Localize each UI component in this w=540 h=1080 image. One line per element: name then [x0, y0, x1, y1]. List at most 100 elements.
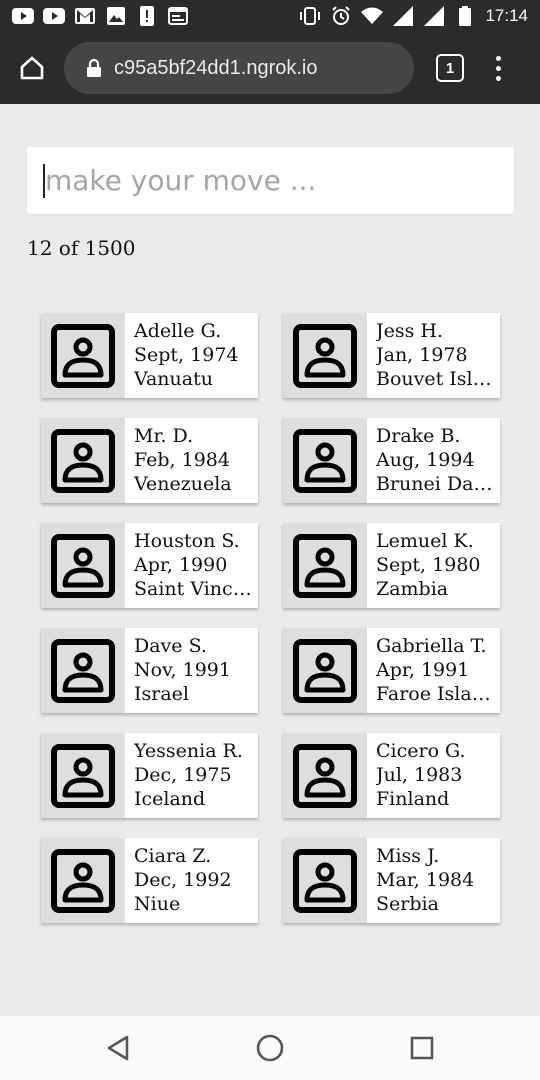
person-country: Vanuatu — [134, 368, 213, 390]
youtube-icon — [12, 6, 34, 26]
signal-icon — [423, 6, 445, 26]
person-name: Drake B. — [376, 425, 461, 447]
person-info: Lemuel K. Sept, 1980 Zambia — [367, 523, 500, 608]
person-avatar-icon — [283, 418, 367, 503]
search-input[interactable] — [45, 164, 485, 197]
home-icon — [256, 1034, 284, 1062]
person-date: Sept, 1974 — [134, 344, 239, 366]
tab-switcher-button[interactable]: 1 — [436, 54, 464, 82]
person-date: Nov, 1991 — [134, 659, 231, 681]
person-card[interactable]: Yessenia R. Dec, 1975 Iceland — [41, 733, 258, 818]
image-icon — [105, 6, 127, 26]
person-avatar-icon — [283, 313, 367, 398]
overflow-menu-button[interactable] — [492, 55, 504, 81]
person-info: Houston S.Apr, 1990Saint Vincent and the… — [125, 523, 258, 608]
person-info: Drake B.Aug, 1994Brunei Darussalam — [367, 418, 500, 503]
person-info: Jess H. Jan, 1978 Bouvet Island — [367, 313, 500, 398]
dot-icon — [495, 55, 501, 61]
calendar-icon — [167, 6, 189, 26]
home-button[interactable] — [0, 32, 64, 104]
back-icon — [107, 1035, 129, 1061]
person-card[interactable]: Cicero G. Jul, 1983 Finland — [283, 733, 500, 818]
battery-icon — [454, 6, 476, 26]
person-date: Apr, 1990 — [134, 554, 228, 576]
person-name: Gabriella T. — [376, 635, 487, 657]
search-box[interactable] — [27, 147, 514, 214]
person-card[interactable]: Houston S.Apr, 1990Saint Vincent and the… — [41, 523, 258, 608]
person-date: Feb, 1984 — [134, 449, 230, 471]
recents-icon — [410, 1036, 434, 1060]
person-name: Adelle G. — [134, 320, 222, 342]
dot-icon — [495, 75, 501, 81]
recents-button[interactable] — [402, 1030, 442, 1066]
signal-icon — [392, 6, 414, 26]
youtube-icon — [43, 6, 65, 26]
person-country: Iceland — [134, 788, 206, 810]
person-avatar-icon — [41, 418, 125, 503]
android-nav-bar — [0, 1016, 540, 1080]
person-date: Aug, 1994 — [376, 449, 475, 471]
person-name: Miss J. — [376, 845, 440, 867]
person-card[interactable]: Jess H. Jan, 1978 Bouvet Island — [283, 313, 500, 398]
person-date: Dec, 1975 — [134, 764, 232, 786]
home-icon — [20, 56, 44, 80]
address-bar[interactable]: c95a5bf24dd1.ngrok.io — [64, 42, 414, 94]
person-avatar-icon — [41, 628, 125, 713]
browser-toolbar: c95a5bf24dd1.ngrok.io 1 — [0, 32, 540, 104]
home-nav-button[interactable] — [250, 1030, 290, 1066]
person-date: Sept, 1980 — [376, 554, 481, 576]
alarm-icon — [330, 6, 352, 26]
person-date: Jul, 1983 — [376, 764, 463, 786]
person-avatar-icon — [41, 838, 125, 923]
person-avatar-icon — [283, 628, 367, 713]
person-country: Faroe Islands — [376, 683, 500, 705]
clock: 17:14 — [485, 6, 528, 25]
person-info: Mr. D. Feb, 1984 Venezuela — [125, 418, 258, 503]
person-name: Ciara Z. — [134, 845, 212, 867]
vibrate-icon — [299, 6, 321, 26]
person-country: Bouvet Island — [376, 368, 500, 390]
person-country: Zambia — [376, 578, 449, 600]
person-info: Gabriella T. Apr, 1991 Faroe Islands — [367, 628, 500, 713]
person-name: Houston S. — [134, 530, 240, 552]
back-button[interactable] — [98, 1030, 138, 1066]
status-bar: 17:14 — [0, 0, 540, 32]
person-date: Jan, 1978 — [376, 344, 468, 366]
person-info: Ciara Z. Dec, 1992 Niue — [125, 838, 258, 923]
person-card[interactable]: Drake B.Aug, 1994Brunei Darussalam — [283, 418, 500, 503]
person-date: Apr, 1991 — [376, 659, 470, 681]
result-count: 12 of 1500 — [27, 236, 136, 260]
lock-icon — [87, 58, 101, 77]
person-name: Lemuel K. — [376, 530, 474, 552]
person-avatar-icon — [41, 523, 125, 608]
gmail-icon — [74, 6, 96, 26]
notification-icons — [0, 6, 189, 26]
person-name: Cicero G. — [376, 740, 466, 762]
person-avatar-icon — [283, 523, 367, 608]
person-date: Mar, 1984 — [376, 869, 475, 891]
person-name: Mr. D. — [134, 425, 194, 447]
person-country: Finland — [376, 788, 450, 810]
person-name: Jess H. — [376, 320, 444, 342]
system-icons: 17:14 — [299, 6, 540, 26]
person-card[interactable]: Adelle G. Sept, 1974 Vanuatu — [41, 313, 258, 398]
person-country: Serbia — [376, 893, 439, 915]
person-card[interactable]: Miss J. Mar, 1984 Serbia — [283, 838, 500, 923]
person-avatar-icon — [41, 313, 125, 398]
person-country: Venezuela — [134, 473, 232, 495]
person-info: Cicero G. Jul, 1983 Finland — [367, 733, 500, 818]
url-text: c95a5bf24dd1.ngrok.io — [114, 56, 318, 79]
person-avatar-icon — [283, 733, 367, 818]
person-avatar-icon — [41, 733, 125, 818]
person-card[interactable]: Mr. D. Feb, 1984 Venezuela — [41, 418, 258, 503]
person-card[interactable]: Dave S. Nov, 1991 Israel — [41, 628, 258, 713]
person-name: Dave S. — [134, 635, 207, 657]
person-country: Israel — [134, 683, 189, 705]
person-info: Yessenia R. Dec, 1975 Iceland — [125, 733, 258, 818]
wifi-icon — [361, 6, 384, 26]
person-info: Adelle G. Sept, 1974 Vanuatu — [125, 313, 258, 398]
person-card[interactable]: Gabriella T. Apr, 1991 Faroe Islands — [283, 628, 500, 713]
person-card[interactable]: Ciara Z. Dec, 1992 Niue — [41, 838, 258, 923]
dot-icon — [495, 65, 501, 71]
person-card[interactable]: Lemuel K. Sept, 1980 Zambia — [283, 523, 500, 608]
